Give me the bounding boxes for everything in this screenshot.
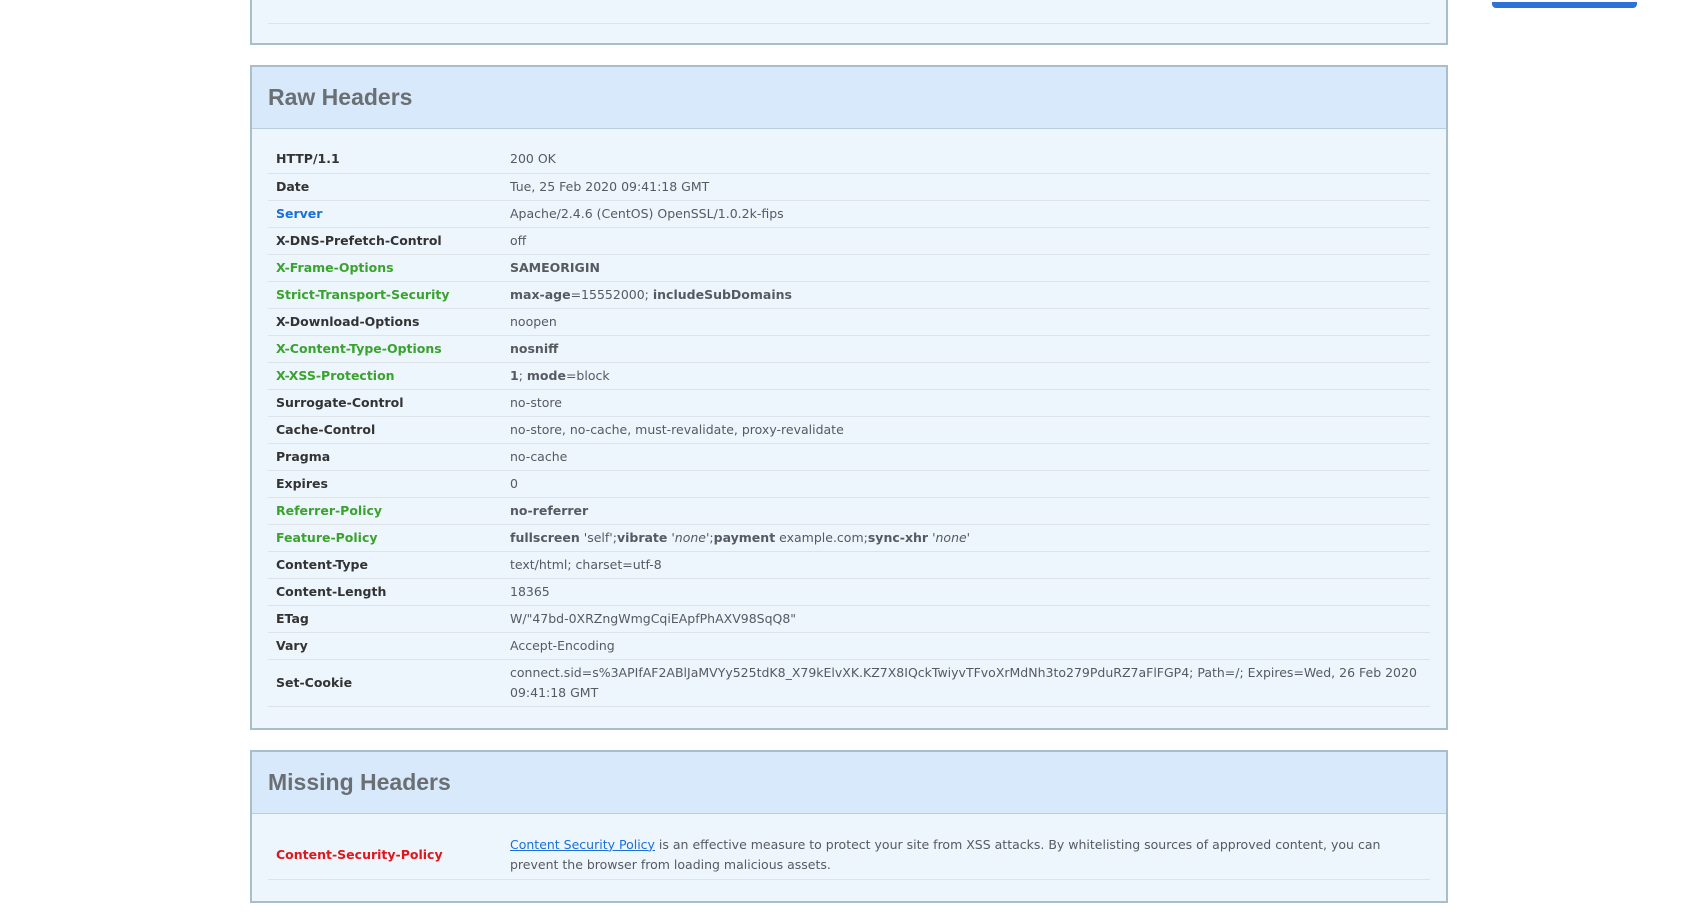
header-name: Content-Type	[268, 551, 502, 579]
previous-panel	[250, 0, 1637, 45]
header-value: 1; mode=block	[502, 362, 1430, 390]
header-name: Date	[268, 173, 502, 201]
raw-headers-title: Raw Headers	[268, 84, 413, 110]
header-value: W/"47bd-0XRZngWmgCqiEApfPhAXV98SqQ8"	[502, 605, 1430, 633]
header-value: no-cache	[502, 443, 1430, 471]
table-row: Content-Security-Policy Content Security…	[268, 831, 1430, 880]
header-value: SAMEORIGIN	[502, 254, 1430, 282]
value-key: includeSubDomains	[652, 286, 792, 302]
table-row: Surrogate-Control no-store	[268, 389, 1430, 417]
missing-headers-header: Missing Headers	[252, 752, 1446, 814]
table-row: X-Frame-Options SAMEORIGIN	[268, 254, 1430, 282]
table-row: ETag W/"47bd-0XRZngWmgCqiEApfPhAXV98SqQ8…	[268, 605, 1430, 633]
header-name: X-XSS-Protection	[268, 362, 502, 390]
table-row: Vary Accept-Encoding	[268, 632, 1430, 660]
header-name: Content-Security-Policy	[268, 831, 502, 880]
header-name: Set-Cookie	[268, 659, 502, 707]
header-value: no-referrer	[502, 497, 1430, 525]
header-name: Vary	[268, 632, 502, 660]
table-row: Referrer-Policy no-referrer	[268, 497, 1430, 525]
header-value: off	[502, 227, 1430, 255]
table-row: X-XSS-Protection 1; mode=block	[268, 362, 1430, 390]
header-name: Strict-Transport-Security	[268, 281, 502, 309]
header-value: Apache/2.4.6 (CentOS) OpenSSL/1.0.2k-fip…	[502, 200, 1430, 228]
value-key: vibrate	[616, 529, 668, 545]
table-row: X-Download-Options noopen	[268, 308, 1430, 336]
action-button[interactable]	[1492, 2, 1637, 8]
value-key: sync-xhr	[867, 529, 929, 545]
value-text: =block	[565, 367, 610, 383]
header-value: no-store, no-cache, must-revalidate, pro…	[502, 416, 1430, 444]
value-key: 1	[510, 367, 519, 383]
header-name: HTTP/1.1	[268, 146, 502, 174]
table-row: Set-Cookie connect.sid=s%3APIfAF2ABlJaMV…	[268, 659, 1430, 707]
table-row: X-Content-Type-Options nosniff	[268, 335, 1430, 363]
table-row: Content-Length 18365	[268, 578, 1430, 606]
missing-headers-body: Content-Security-Policy Content Security…	[252, 814, 1446, 880]
table-row: HTTP/1.1 200 OK	[268, 146, 1430, 174]
header-value: fullscreen 'self';vibrate 'none';payment…	[502, 524, 1430, 552]
value-text: example.com	[779, 529, 864, 545]
value-text: ;	[518, 367, 527, 383]
value-key: fullscreen	[510, 529, 580, 545]
header-name: X-Download-Options	[268, 308, 502, 336]
value-text: 'none'	[932, 529, 971, 545]
raw-headers-panel: Raw Headers HTTP/1.1 200 OK Date Tue, 25…	[250, 65, 1448, 730]
header-name: Surrogate-Control	[268, 389, 502, 417]
table-row: Strict-Transport-Security max-age=155520…	[268, 281, 1430, 309]
header-value: connect.sid=s%3APIfAF2ABlJaMVYy525tdK8_X…	[502, 659, 1430, 707]
header-description: Content Security Policy is an effective …	[502, 831, 1430, 880]
csp-doc-link[interactable]: Content Security Policy	[510, 837, 655, 852]
header-value: text/html; charset=utf-8	[502, 551, 1430, 579]
table-row: X-DNS-Prefetch-Control off	[268, 227, 1430, 255]
table-row: Cache-Control no-store, no-cache, must-r…	[268, 416, 1430, 444]
raw-headers-body: HTTP/1.1 200 OK Date Tue, 25 Feb 2020 09…	[252, 129, 1446, 707]
header-name: Expires	[268, 470, 502, 498]
header-name: Cache-Control	[268, 416, 502, 444]
header-name: Feature-Policy	[268, 524, 502, 552]
header-name: Content-Length	[268, 578, 502, 606]
header-value: Tue, 25 Feb 2020 09:41:18 GMT	[502, 173, 1430, 201]
raw-headers-table: HTTP/1.1 200 OK Date Tue, 25 Feb 2020 09…	[268, 146, 1430, 707]
value-key: payment	[713, 529, 776, 545]
header-name: Server	[268, 200, 502, 228]
header-value: 0	[502, 470, 1430, 498]
header-value: nosniff	[502, 335, 1430, 363]
missing-headers-panel: Missing Headers Content-Security-Policy …	[250, 750, 1448, 903]
value-text: 'none'	[671, 529, 710, 545]
header-value-text: nosniff	[510, 340, 559, 356]
header-name: Pragma	[268, 443, 502, 471]
header-name: ETag	[268, 605, 502, 633]
header-name: X-Frame-Options	[268, 254, 502, 282]
header-name: Referrer-Policy	[268, 497, 502, 525]
missing-headers-table: Content-Security-Policy Content Security…	[268, 831, 1430, 880]
header-name: X-Content-Type-Options	[268, 335, 502, 363]
table-row: Content-Type text/html; charset=utf-8	[268, 551, 1430, 579]
value-key: max-age	[510, 286, 571, 302]
header-value: Accept-Encoding	[502, 632, 1430, 660]
header-value: no-store	[502, 389, 1430, 417]
header-value: noopen	[502, 308, 1430, 336]
table-row: Pragma no-cache	[268, 443, 1430, 471]
missing-headers-title: Missing Headers	[268, 769, 451, 795]
header-value: 200 OK	[502, 146, 1430, 174]
header-name: X-DNS-Prefetch-Control	[268, 227, 502, 255]
raw-headers-header: Raw Headers	[252, 67, 1446, 129]
header-value-text: no-referrer	[510, 502, 589, 518]
table-row: Server Apache/2.4.6 (CentOS) OpenSSL/1.0…	[268, 200, 1430, 228]
header-value: max-age=15552000; includeSubDomains	[502, 281, 1430, 309]
header-value: 18365	[502, 578, 1430, 606]
table-row: Feature-Policy fullscreen 'self';vibrate…	[268, 524, 1430, 552]
header-value-text: SAMEORIGIN	[510, 259, 600, 275]
value-key: mode	[526, 367, 566, 383]
table-row: Date Tue, 25 Feb 2020 09:41:18 GMT	[268, 173, 1430, 201]
value-text: 'self'	[583, 529, 613, 545]
table-row: Expires 0	[268, 470, 1430, 498]
value-text: =15552000;	[570, 286, 653, 302]
previous-panel-divider	[268, 23, 1430, 24]
